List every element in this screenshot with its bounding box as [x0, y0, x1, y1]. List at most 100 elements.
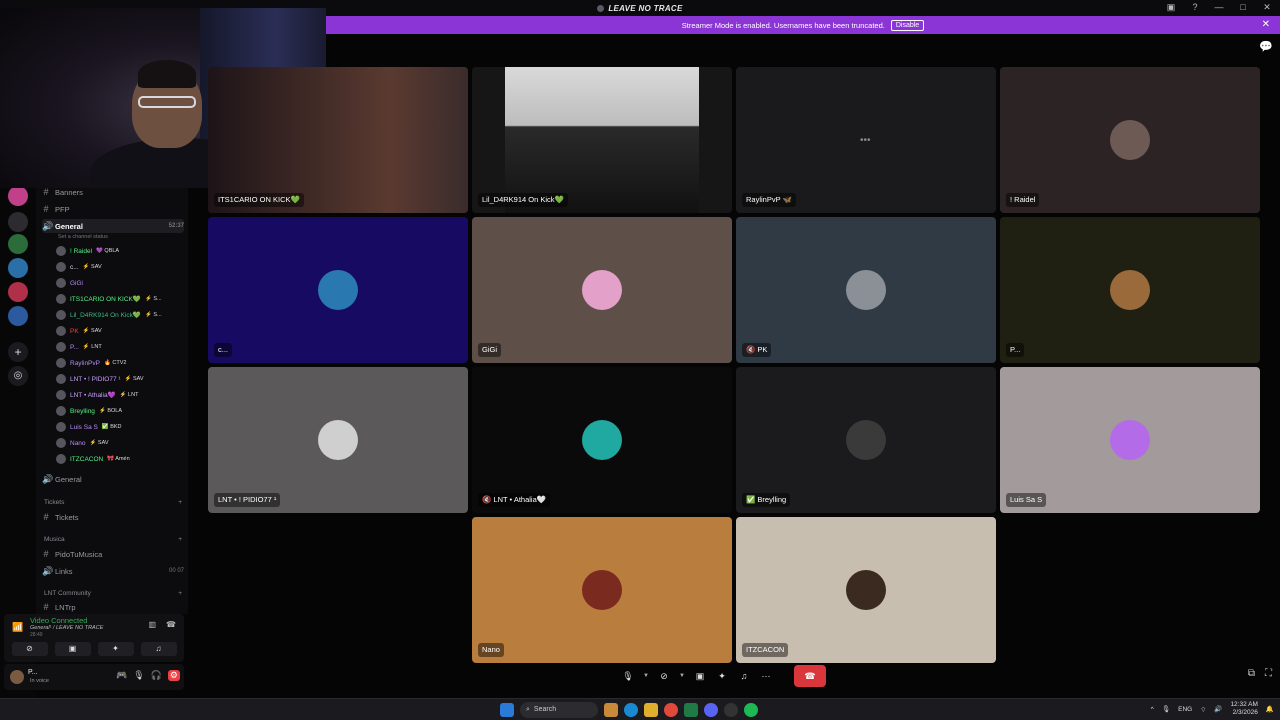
voice-member[interactable]: P... ⚡ LNT	[56, 340, 180, 354]
video-tile[interactable]: Lil_D4RK914 On Kick💚	[472, 67, 732, 213]
voice-member[interactable]: RaylinPvP 🔥 CTV2	[56, 356, 180, 370]
wifi-icon[interactable]: ⌔	[1200, 705, 1206, 714]
edge-icon[interactable]	[624, 703, 638, 717]
add-server-icon[interactable]: +	[8, 342, 28, 362]
taskbar-search[interactable]: ⌕ Search	[520, 702, 598, 718]
help-icon[interactable]: ?	[1190, 2, 1200, 13]
channel-pfp[interactable]: # PFP	[42, 202, 184, 216]
voice-member[interactable]: GiGi	[56, 276, 180, 290]
video-tile[interactable]: 🔇 PK	[736, 217, 996, 363]
video-tile[interactable]: 🔇 LNT • Athalia🤍	[472, 367, 732, 513]
voice-member[interactable]: LNT • Athalia💜 ⚡ LNT	[56, 388, 180, 402]
soundboard-button[interactable]: ♫	[140, 642, 177, 656]
gamepad-icon[interactable]: 🎮	[116, 670, 127, 681]
discover-icon[interactable]: ◎	[8, 366, 28, 386]
video-tile[interactable]: c...	[208, 217, 468, 363]
avatar[interactable]	[10, 670, 24, 684]
share-screen-button[interactable]: ▣	[54, 642, 91, 656]
chevron-down-icon[interactable]: ▼	[642, 673, 650, 679]
chrome-icon[interactable]	[664, 703, 678, 717]
activities-button[interactable]: ✦	[714, 671, 730, 682]
more-options-button[interactable]: ⋯	[758, 671, 774, 682]
server-icon[interactable]	[8, 212, 28, 232]
volume-icon[interactable]: 🔊	[1214, 705, 1222, 713]
category-tickets[interactable]: Tickets +	[44, 499, 182, 506]
voice-member[interactable]: Lil_D4RK914 On Kick💚 ⚡ S...	[56, 308, 180, 322]
video-tile[interactable]: ! Raidel	[1000, 67, 1260, 213]
task-view-icon[interactable]	[604, 703, 618, 717]
video-tile[interactable]: ✅ Breylling	[736, 367, 996, 513]
disable-streamer-mode-button[interactable]: Disable	[890, 19, 925, 31]
settings-icon[interactable]	[724, 703, 738, 717]
channel-pidotumusica[interactable]: # PidoTuMusica	[42, 547, 184, 561]
video-tile[interactable]: Luis Sa S	[1000, 367, 1260, 513]
minimize-button[interactable]: —	[1214, 2, 1224, 13]
channel-general-voice[interactable]: 🔊 General 52:37	[42, 219, 184, 233]
discord-icon[interactable]	[704, 703, 718, 717]
headphones-icon[interactable]: 🎧	[151, 670, 162, 681]
video-tile[interactable]: ••• RaylinPvP 🦋	[736, 67, 996, 213]
add-channel-icon[interactable]: +	[178, 499, 182, 506]
gear-icon[interactable]: ⚙	[167, 670, 180, 681]
voice-member[interactable]: PK ⚡ SAV	[56, 324, 180, 338]
server-icon[interactable]	[8, 258, 28, 278]
member-tag: 🔥 CTV2	[103, 360, 127, 366]
video-tile[interactable]: ITS1CARIO ON KICK💚	[208, 67, 468, 213]
video-tile[interactable]: P...	[1000, 217, 1260, 363]
category-lnt-community[interactable]: LNT Community +	[44, 590, 182, 597]
voice-member[interactable]: LNT • ! PIDIO77 ¹ ⚡ SAV	[56, 372, 180, 386]
fullscreen-icon[interactable]: ⛶	[1265, 668, 1272, 679]
chevron-down-icon[interactable]: ▼	[678, 673, 686, 679]
maximize-button[interactable]: □	[1238, 2, 1248, 13]
microphone-button[interactable]: 🎙	[620, 671, 636, 682]
channel-general-2[interactable]: 🔊 General	[42, 472, 184, 486]
voice-member[interactable]: Nano ⚡ SAV	[56, 436, 180, 450]
signal-icon[interactable]: 📶	[12, 622, 23, 633]
voice-member[interactable]: ITS1CARIO ON KICK💚 ⚡ S...	[56, 292, 180, 306]
voice-member[interactable]: ITZCACON 🎀 Amén	[56, 452, 180, 466]
spotify-icon[interactable]	[744, 703, 758, 717]
excel-icon[interactable]	[684, 703, 698, 717]
disconnect-button[interactable]: ☎	[794, 665, 826, 687]
clock[interactable]: 12:32 AM 2/3/2026	[1230, 701, 1257, 717]
add-channel-icon[interactable]: +	[178, 590, 182, 597]
category-musica[interactable]: Musica +	[44, 536, 182, 543]
voice-member[interactable]: ! Raidel 💜 QBLA	[56, 244, 180, 258]
server-icon[interactable]	[8, 186, 28, 206]
start-icon[interactable]	[500, 703, 514, 717]
noise-suppression-icon[interactable]: ▥	[148, 620, 156, 629]
file-explorer-icon[interactable]	[644, 703, 658, 717]
microphone-icon[interactable]: 🎙	[133, 670, 144, 681]
notification-icon[interactable]: 🔔	[1266, 705, 1274, 713]
voice-member[interactable]: Luis Sa S ✅ BKD	[56, 420, 180, 434]
popout-icon[interactable]: ⧉	[1248, 668, 1255, 679]
voice-member[interactable]: Breylling ⚡ BOLA	[56, 404, 180, 418]
disconnect-icon[interactable]: ☎	[166, 620, 176, 629]
voice-member[interactable]: c... ⚡ SAV	[56, 260, 180, 274]
activities-button[interactable]: ✦	[97, 642, 134, 656]
channel-tickets[interactable]: # Tickets	[42, 510, 184, 524]
inbox-icon[interactable]: ▣	[1166, 2, 1176, 13]
chevron-up-icon[interactable]: ^	[1151, 706, 1154, 713]
server-icon[interactable]	[8, 306, 28, 326]
chat-icon[interactable]: 💬	[1259, 40, 1273, 53]
voice-channel-path[interactable]: General¹ / LEAVE NO TRACE	[30, 625, 103, 631]
camera-off-button[interactable]: ⊘	[11, 642, 48, 656]
video-tile[interactable]: LNT • ! PIDIO77 ¹	[208, 367, 468, 513]
channel-status[interactable]: Set a channel status	[58, 234, 108, 240]
server-icon[interactable]	[8, 234, 28, 254]
share-screen-button[interactable]: ▣	[692, 671, 708, 682]
language[interactable]: ENG	[1178, 706, 1192, 713]
mic-tray-icon[interactable]: 🎙	[1162, 705, 1170, 713]
close-banner-icon[interactable]: ✕	[1262, 19, 1270, 30]
server-icon[interactable]	[8, 282, 28, 302]
video-tile[interactable]: GiGi	[472, 217, 732, 363]
camera-button[interactable]: ⊘	[656, 671, 672, 682]
video-tile[interactable]: Nano	[472, 517, 732, 663]
soundboard-button[interactable]: ♫	[736, 671, 752, 681]
channel-links[interactable]: 🔊 Links 00 07	[42, 564, 184, 578]
channel-lntrp[interactable]: # LNTrp	[42, 600, 184, 614]
close-window-button[interactable]: ✕	[1262, 2, 1272, 13]
video-tile[interactable]: ITZCACON	[736, 517, 996, 663]
add-channel-icon[interactable]: +	[178, 536, 182, 543]
